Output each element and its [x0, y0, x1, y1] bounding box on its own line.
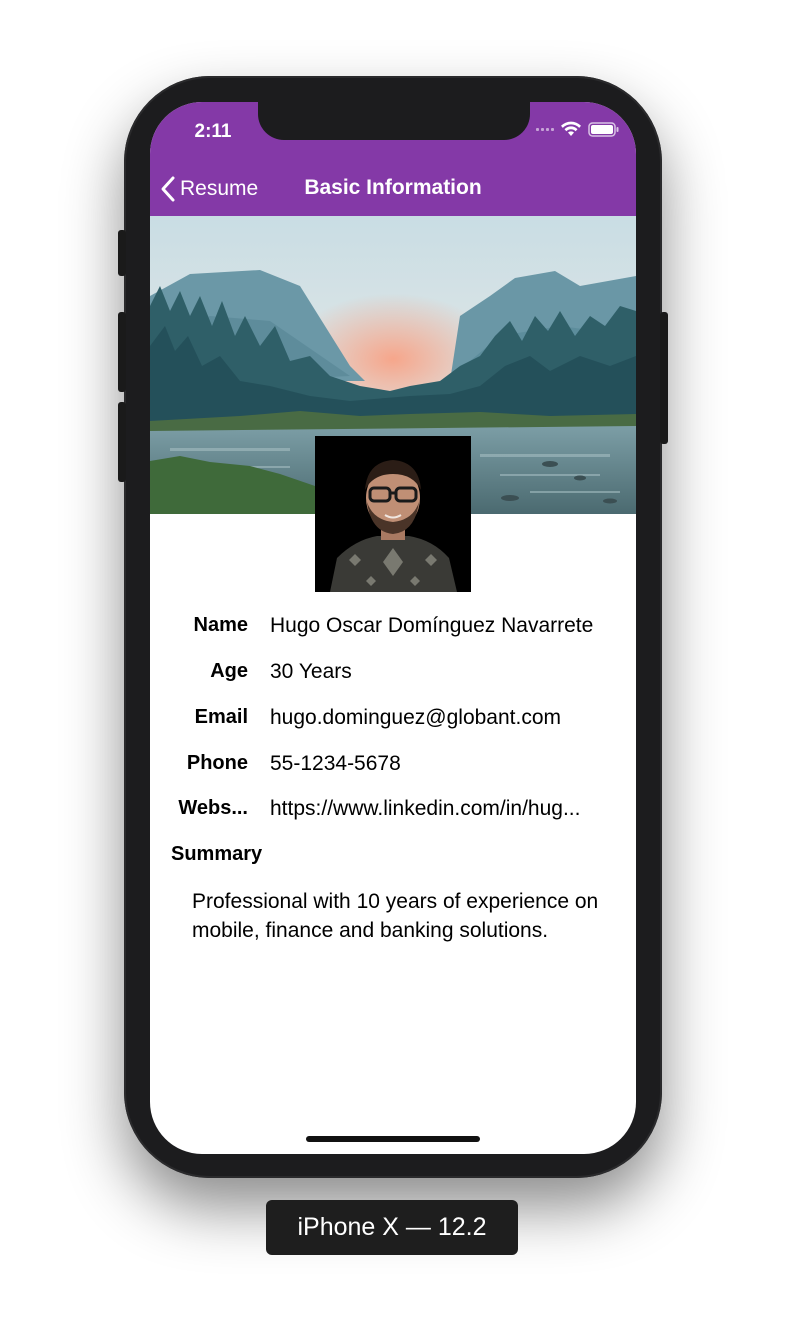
screen: 2:11 Resume Basic Information Name Hugo …: [150, 102, 636, 1154]
field-label-age: Age: [210, 660, 248, 682]
field-value-website: https://www.linkedin.com/in/hug...: [270, 797, 581, 820]
navigation-bar: Resume Basic Information: [150, 162, 636, 216]
field-label-website: Webs...: [178, 797, 248, 819]
status-icons: [536, 121, 620, 137]
mute-switch: [118, 230, 126, 276]
device-label: iPhone X — 12.2: [266, 1200, 518, 1255]
signal-icon: [536, 127, 554, 131]
volume-up-button: [118, 312, 126, 392]
field-row-website: Webs... https://www.linkedin.com/in/hug.…: [150, 797, 636, 837]
status-bar: 2:11: [150, 102, 636, 162]
page-title: Basic Information: [150, 176, 636, 200]
field-value-age: 30 Years: [270, 660, 352, 683]
wifi-icon: [561, 121, 581, 136]
field-label-name: Name: [193, 614, 248, 636]
field-label-phone: Phone: [186, 752, 248, 774]
field-row-phone: Phone 55-1234-5678: [150, 752, 636, 792]
profile-photo: [315, 436, 471, 592]
field-value-email: hugo.dominguez@globant.com: [270, 706, 562, 729]
battery-icon: [588, 121, 619, 137]
field-row-name: Name Hugo Oscar Domínguez Navarrete: [150, 614, 636, 654]
field-row-email: Email hugo.dominguez@globant.com: [150, 706, 636, 746]
summary-text: Professional with 10 years of experience…: [192, 890, 599, 942]
notch: [258, 102, 530, 140]
status-time: 2:11: [194, 121, 232, 142]
summary-label: Summary: [171, 843, 263, 865]
power-button: [660, 312, 668, 444]
home-indicator[interactable]: [306, 1136, 480, 1142]
page-title-text: Basic Information: [304, 176, 482, 199]
field-row-age: Age 30 Years: [150, 660, 636, 700]
volume-down-button: [118, 402, 126, 482]
field-value-phone: 55-1234-5678: [270, 752, 401, 775]
field-label-email: Email: [194, 706, 248, 728]
field-value-name: Hugo Oscar Domínguez Navarrete: [270, 614, 594, 637]
